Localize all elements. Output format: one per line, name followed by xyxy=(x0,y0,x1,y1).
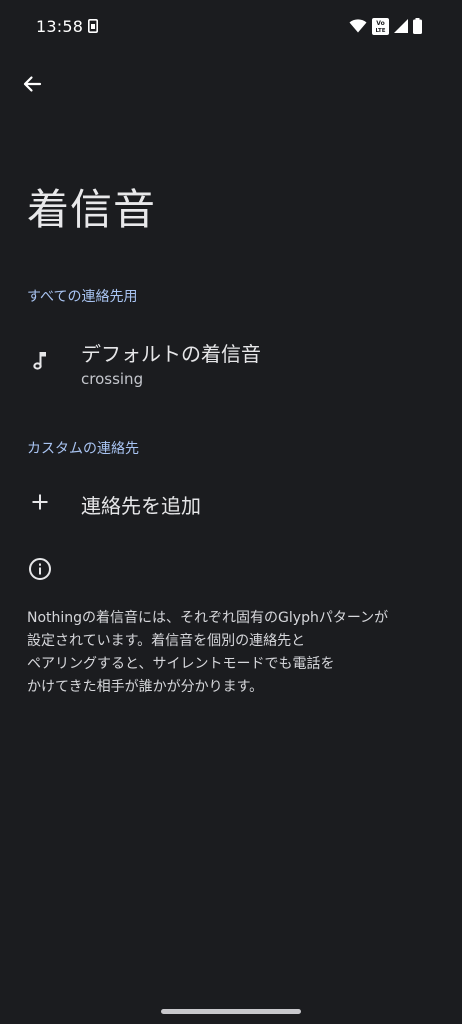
section-header-custom-contacts: カスタムの連絡先 xyxy=(27,441,139,457)
arrow-left-icon xyxy=(22,74,42,98)
back-button[interactable] xyxy=(16,70,48,102)
info-line: 設定されています。着信音を個別の連絡先と xyxy=(27,633,306,649)
info-description: Nothingの着信音には、それぞれ固有のGlyphパターンが 設定されています… xyxy=(27,607,439,699)
battery-icon xyxy=(413,18,422,34)
ringtone-settings-screen: 13:58 Vo LTE 着信音 すべての連絡先用 デフォルトの着信音 cros… xyxy=(0,0,462,1024)
wifi-icon xyxy=(349,19,367,33)
default-ringtone-title: デフォルトの着信音 xyxy=(81,342,261,366)
status-bar: 13:58 Vo LTE xyxy=(0,0,462,52)
default-ringtone-value: crossing xyxy=(81,370,144,388)
info-icon xyxy=(28,557,52,581)
home-indicator[interactable] xyxy=(161,1009,301,1014)
info-line: ペアリングすると、サイレントモードでも電話を xyxy=(27,656,335,672)
add-contact-item[interactable]: 連絡先を追加 xyxy=(0,476,462,532)
signal-icon xyxy=(394,19,408,33)
svg-text:Vo: Vo xyxy=(376,20,384,27)
info-line: Nothingの着信音には、それぞれ固有のGlyphパターンが xyxy=(27,610,389,626)
plus-icon xyxy=(27,489,53,515)
page-title: 着信音 xyxy=(27,185,157,234)
add-contact-label: 連絡先を追加 xyxy=(81,494,201,518)
info-line: かけてきた相手が誰かが分かります。 xyxy=(27,679,264,695)
sim-icon xyxy=(88,18,98,33)
svg-text:LTE: LTE xyxy=(375,28,385,34)
status-icons: Vo LTE xyxy=(349,17,422,35)
default-ringtone-item[interactable]: デフォルトの着信音 crossing xyxy=(0,326,462,406)
music-note-icon xyxy=(27,348,53,374)
status-time: 13:58 xyxy=(36,17,84,36)
volte-icon: Vo LTE xyxy=(372,17,389,35)
section-header-all-contacts: すべての連絡先用 xyxy=(27,289,138,305)
